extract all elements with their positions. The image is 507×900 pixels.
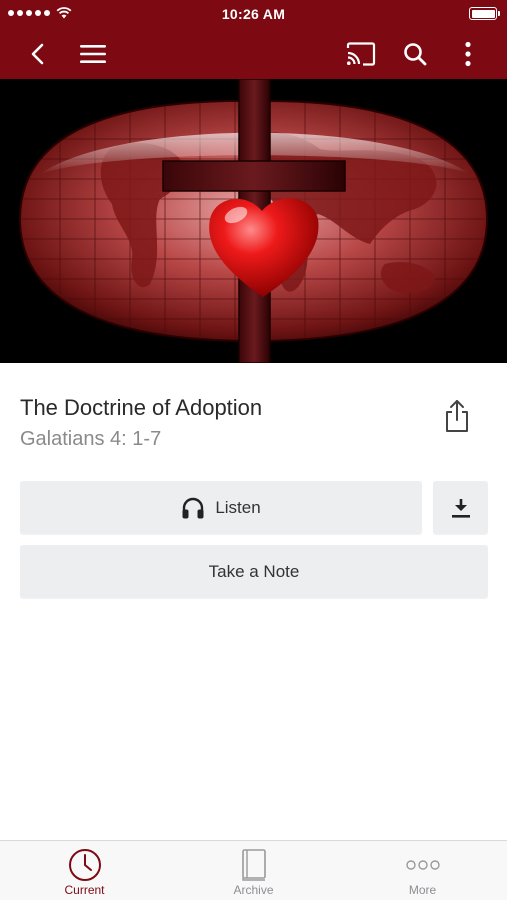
cast-icon	[346, 42, 376, 66]
book-icon	[241, 849, 266, 881]
sermon-scripture: Galatians 4: 1-7	[20, 428, 162, 450]
app-header: 10:26 AM	[0, 0, 507, 79]
menu-button[interactable]	[75, 36, 111, 72]
tab-bar: Current Archive More	[0, 840, 507, 900]
tab-label-archive: Archive	[233, 883, 274, 897]
sermon-artwork	[0, 79, 507, 363]
listen-button[interactable]: Listen	[20, 481, 422, 534]
share-icon	[446, 400, 468, 432]
search-button[interactable]	[397, 36, 433, 72]
status-bar: 10:26 AM	[0, 0, 507, 28]
tab-archive[interactable]: Archive	[169, 841, 338, 900]
headphones-icon	[181, 497, 205, 519]
nav-bar	[0, 28, 507, 79]
battery-icon	[469, 7, 500, 20]
back-button[interactable]	[20, 36, 56, 72]
back-icon	[31, 43, 44, 65]
more-vertical-icon	[465, 41, 471, 67]
cast-button[interactable]	[343, 36, 379, 72]
tab-label-more: More	[408, 883, 437, 897]
status-time: 10:26 AM	[221, 6, 286, 22]
ellipsis-icon	[405, 860, 440, 870]
menu-icon	[80, 45, 106, 63]
clock-icon	[68, 849, 101, 881]
tab-current[interactable]: Current	[0, 841, 169, 900]
more-options-button[interactable]	[450, 36, 486, 72]
listen-label: Listen	[215, 497, 261, 517]
sermon-info: The Doctrine of Adoption Galatians 4: 1-…	[20, 393, 420, 453]
tab-more[interactable]: More	[338, 841, 507, 900]
sermon-title: The Doctrine of Adoption	[20, 395, 263, 420]
search-icon	[404, 43, 427, 66]
share-button[interactable]	[440, 398, 474, 434]
tab-label-current: Current	[64, 883, 105, 897]
cross-heart-globe-image	[0, 79, 507, 363]
download-icon	[451, 498, 470, 518]
download-button[interactable]	[433, 481, 488, 534]
take-note-label: Take a Note	[208, 561, 300, 581]
take-note-button[interactable]: Take a Note	[20, 545, 488, 598]
